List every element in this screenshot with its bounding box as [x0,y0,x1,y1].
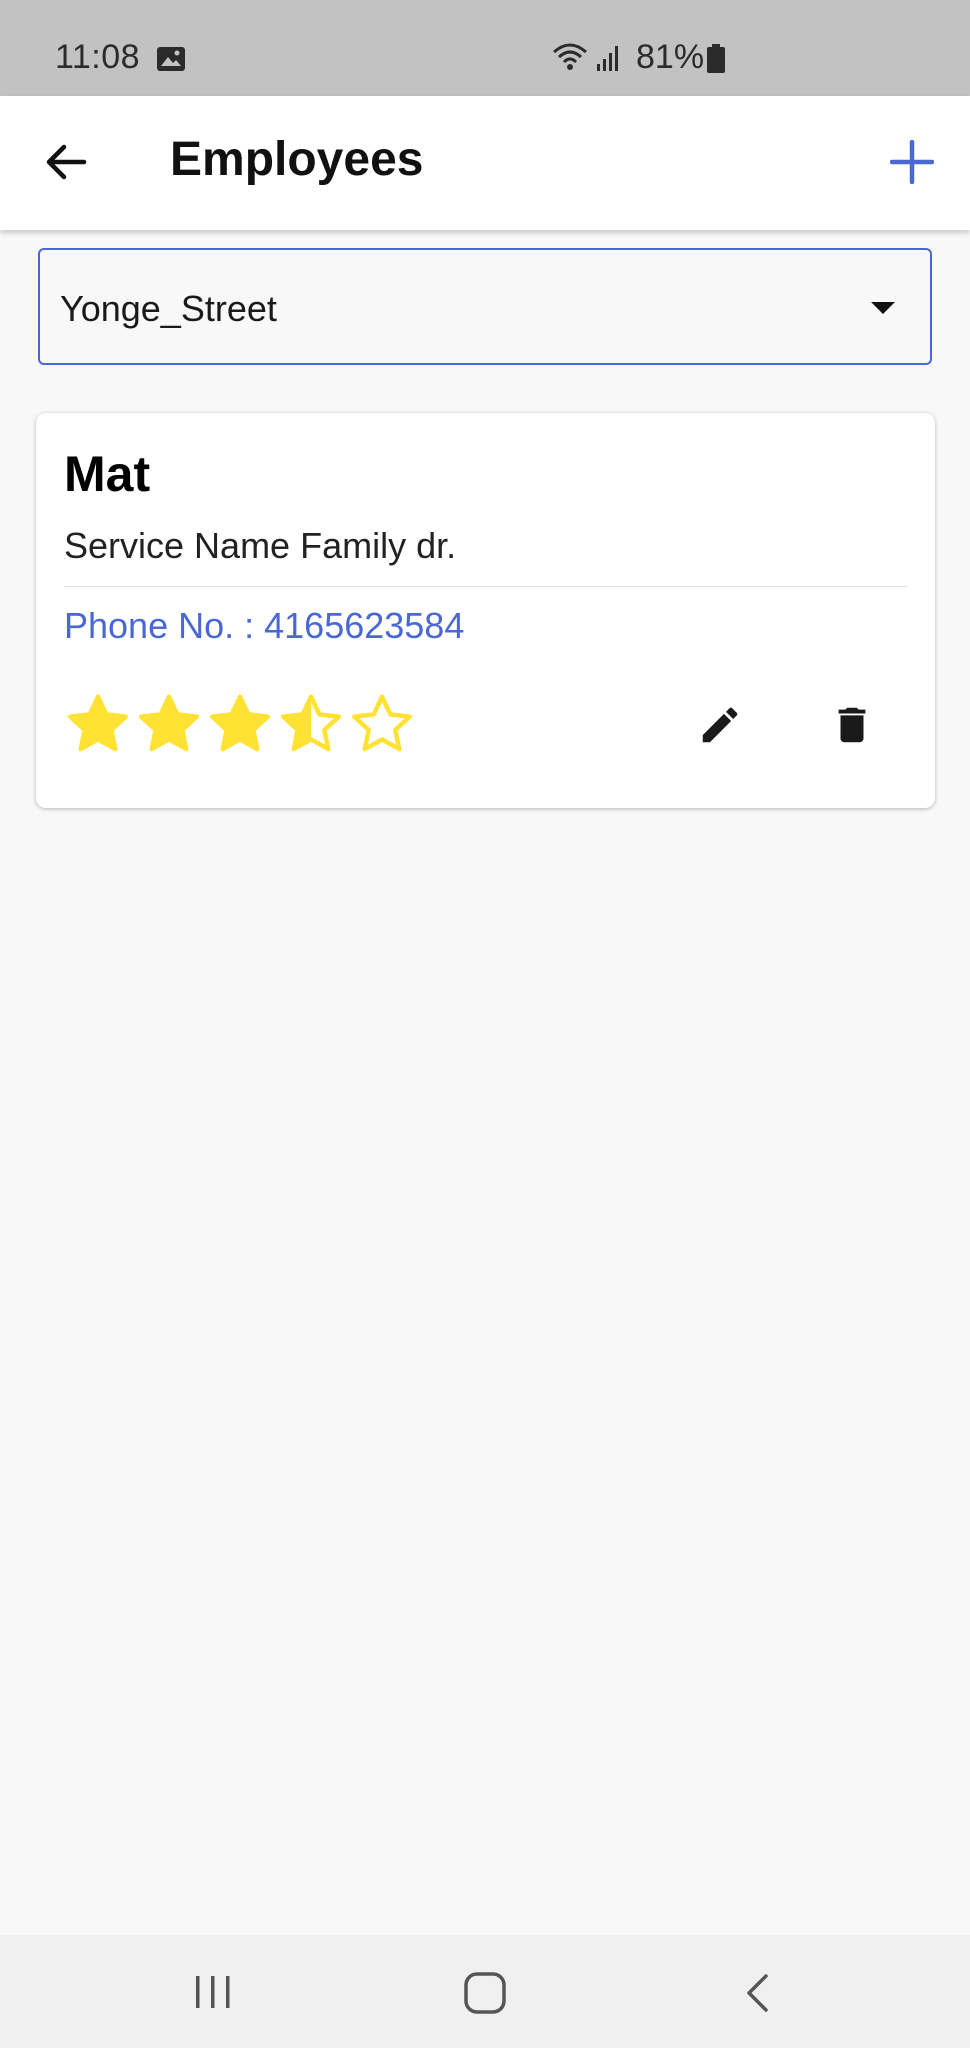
location-select[interactable]: Yonge_Street [38,248,932,365]
pencil-icon [697,702,743,753]
star-rating [64,691,416,761]
star-full-icon [67,694,129,752]
location-select-value: Yonge_Street [60,288,277,329]
wifi-icon [552,42,588,77]
trash-icon [829,702,875,753]
signal-icon [596,44,622,77]
status-time: 11:08 [55,38,141,76]
status-bar: 11:08 81% [0,0,970,96]
plus-icon [889,139,935,189]
star-full-icon [138,694,200,752]
employee-service: Service Name Family dr. [64,525,457,566]
gallery-icon [156,46,186,77]
home-icon[interactable] [463,1971,507,2020]
employee-card: Mat Service Name Family dr. Phone No. : … [36,413,935,808]
employee-name: Mat [64,446,151,502]
add-employee-button[interactable] [884,136,940,192]
star-empty-icon [351,694,413,752]
battery-icon [706,44,726,79]
caret-down-icon [870,301,896,320]
star-full-icon [209,694,271,752]
battery-percent: 81% [636,38,705,76]
star-half-icon [280,694,342,752]
delete-button[interactable] [820,695,884,759]
system-nav-bar [0,1935,970,2048]
edit-button[interactable] [688,695,752,759]
back-button[interactable] [38,136,94,192]
app-bar: Employees [0,96,970,230]
back-icon[interactable] [742,1973,772,2018]
employee-phone[interactable]: Phone No. : 4165623584 [64,605,464,647]
card-divider [64,586,907,587]
page-title: Employees [170,133,424,186]
arrow-left-icon [44,142,88,187]
recents-icon[interactable] [193,1975,233,2014]
